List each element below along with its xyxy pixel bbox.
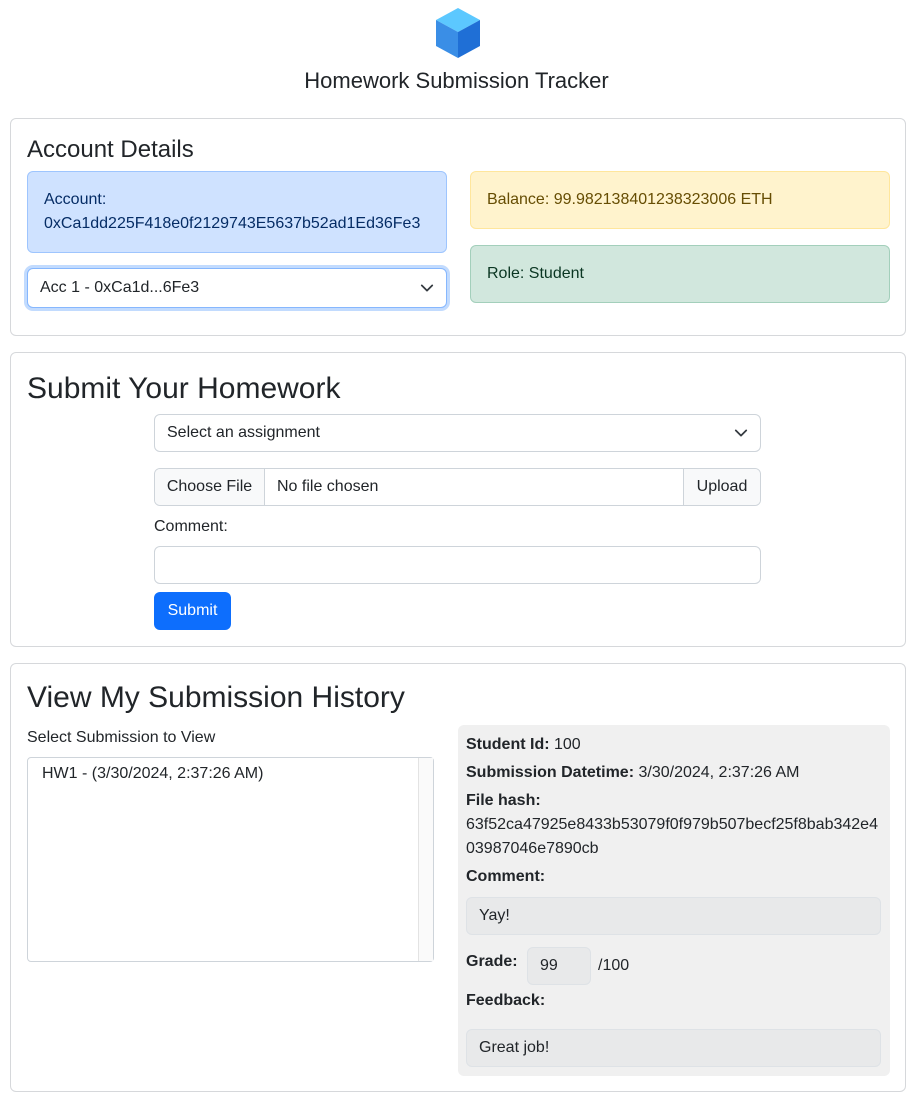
choose-file-button[interactable]: Choose File <box>155 469 265 505</box>
chevron-down-icon <box>420 269 434 307</box>
submit-homework-card: Submit Your Homework Select an assignmen… <box>10 352 906 647</box>
account-address: 0xCa1dd225F418e0f2129743E5637b52ad1Ed36F… <box>44 215 421 232</box>
account-select[interactable]: Acc 1 - 0xCa1d...6Fe3 <box>27 268 447 308</box>
account-label: Account: <box>44 191 107 208</box>
grade-max: /100 <box>598 957 630 974</box>
upload-button[interactable]: Upload <box>683 469 760 505</box>
submission-history-heading: View My Submission History <box>27 681 405 714</box>
grade-value: 99 <box>527 947 591 985</box>
datetime-row: Submission Datetime: 3/30/2024, 2:37:26 … <box>466 761 800 785</box>
feedback-value: Great job! <box>466 1029 881 1067</box>
assignment-select[interactable]: Select an assignment <box>154 414 761 452</box>
role-alert: Role: Student <box>470 245 890 303</box>
student-id-value: 100 <box>554 736 581 753</box>
submission-history-card: View My Submission History Select Submis… <box>10 663 906 1092</box>
assignment-select-value: Select an assignment <box>167 424 320 441</box>
comment-label: Comment: <box>154 518 228 535</box>
chevron-down-icon <box>734 415 748 451</box>
file-hash-value: 63f52ca47925e8433b53079f0f979b507becf25f… <box>466 816 878 857</box>
file-hash-label: File hash: <box>466 792 541 809</box>
submission-listbox[interactable]: HW1 - (3/30/2024, 2:37:26 AM) <box>27 757 434 962</box>
app-title: Homework Submission Tracker <box>304 68 609 93</box>
account-address-alert: Account: 0xCa1dd225F418e0f2129743E5637b5… <box>27 171 447 253</box>
submission-detail-panel: Student Id: 100 Submission Datetime: 3/3… <box>458 725 890 1076</box>
datetime-label: Submission Datetime: <box>466 764 635 781</box>
comment-input[interactable] <box>154 546 761 584</box>
comment-detail-label: Comment: <box>466 868 546 885</box>
student-id-label: Student Id: <box>466 736 550 753</box>
listbox-scrollbar[interactable] <box>418 758 433 961</box>
account-details-card: Account Details Account: 0xCa1dd225F418e… <box>10 118 906 336</box>
account-details-heading: Account Details <box>27 136 194 163</box>
submit-homework-heading: Submit Your Homework <box>27 372 341 405</box>
submission-option[interactable]: HW1 - (3/30/2024, 2:37:26 AM) <box>42 764 263 784</box>
comment-detail-value: Yay! <box>466 897 881 935</box>
account-select-value: Acc 1 - 0xCa1d...6Fe3 <box>40 279 200 296</box>
file-upload-group: Choose File No file chosen Upload <box>154 468 761 506</box>
submit-button[interactable]: Submit <box>154 592 231 630</box>
grade-label: Grade: <box>466 953 518 970</box>
select-submission-label: Select Submission to View <box>27 729 216 746</box>
student-id-row: Student Id: 100 <box>466 733 581 757</box>
datetime-value: 3/30/2024, 2:37:26 AM <box>638 764 800 781</box>
feedback-label: Feedback: <box>466 992 546 1009</box>
blue-cube-icon <box>435 8 481 58</box>
balance-alert: Balance: 99.982138401238323006 ETH <box>470 171 890 229</box>
file-status: No file chosen <box>277 478 379 495</box>
